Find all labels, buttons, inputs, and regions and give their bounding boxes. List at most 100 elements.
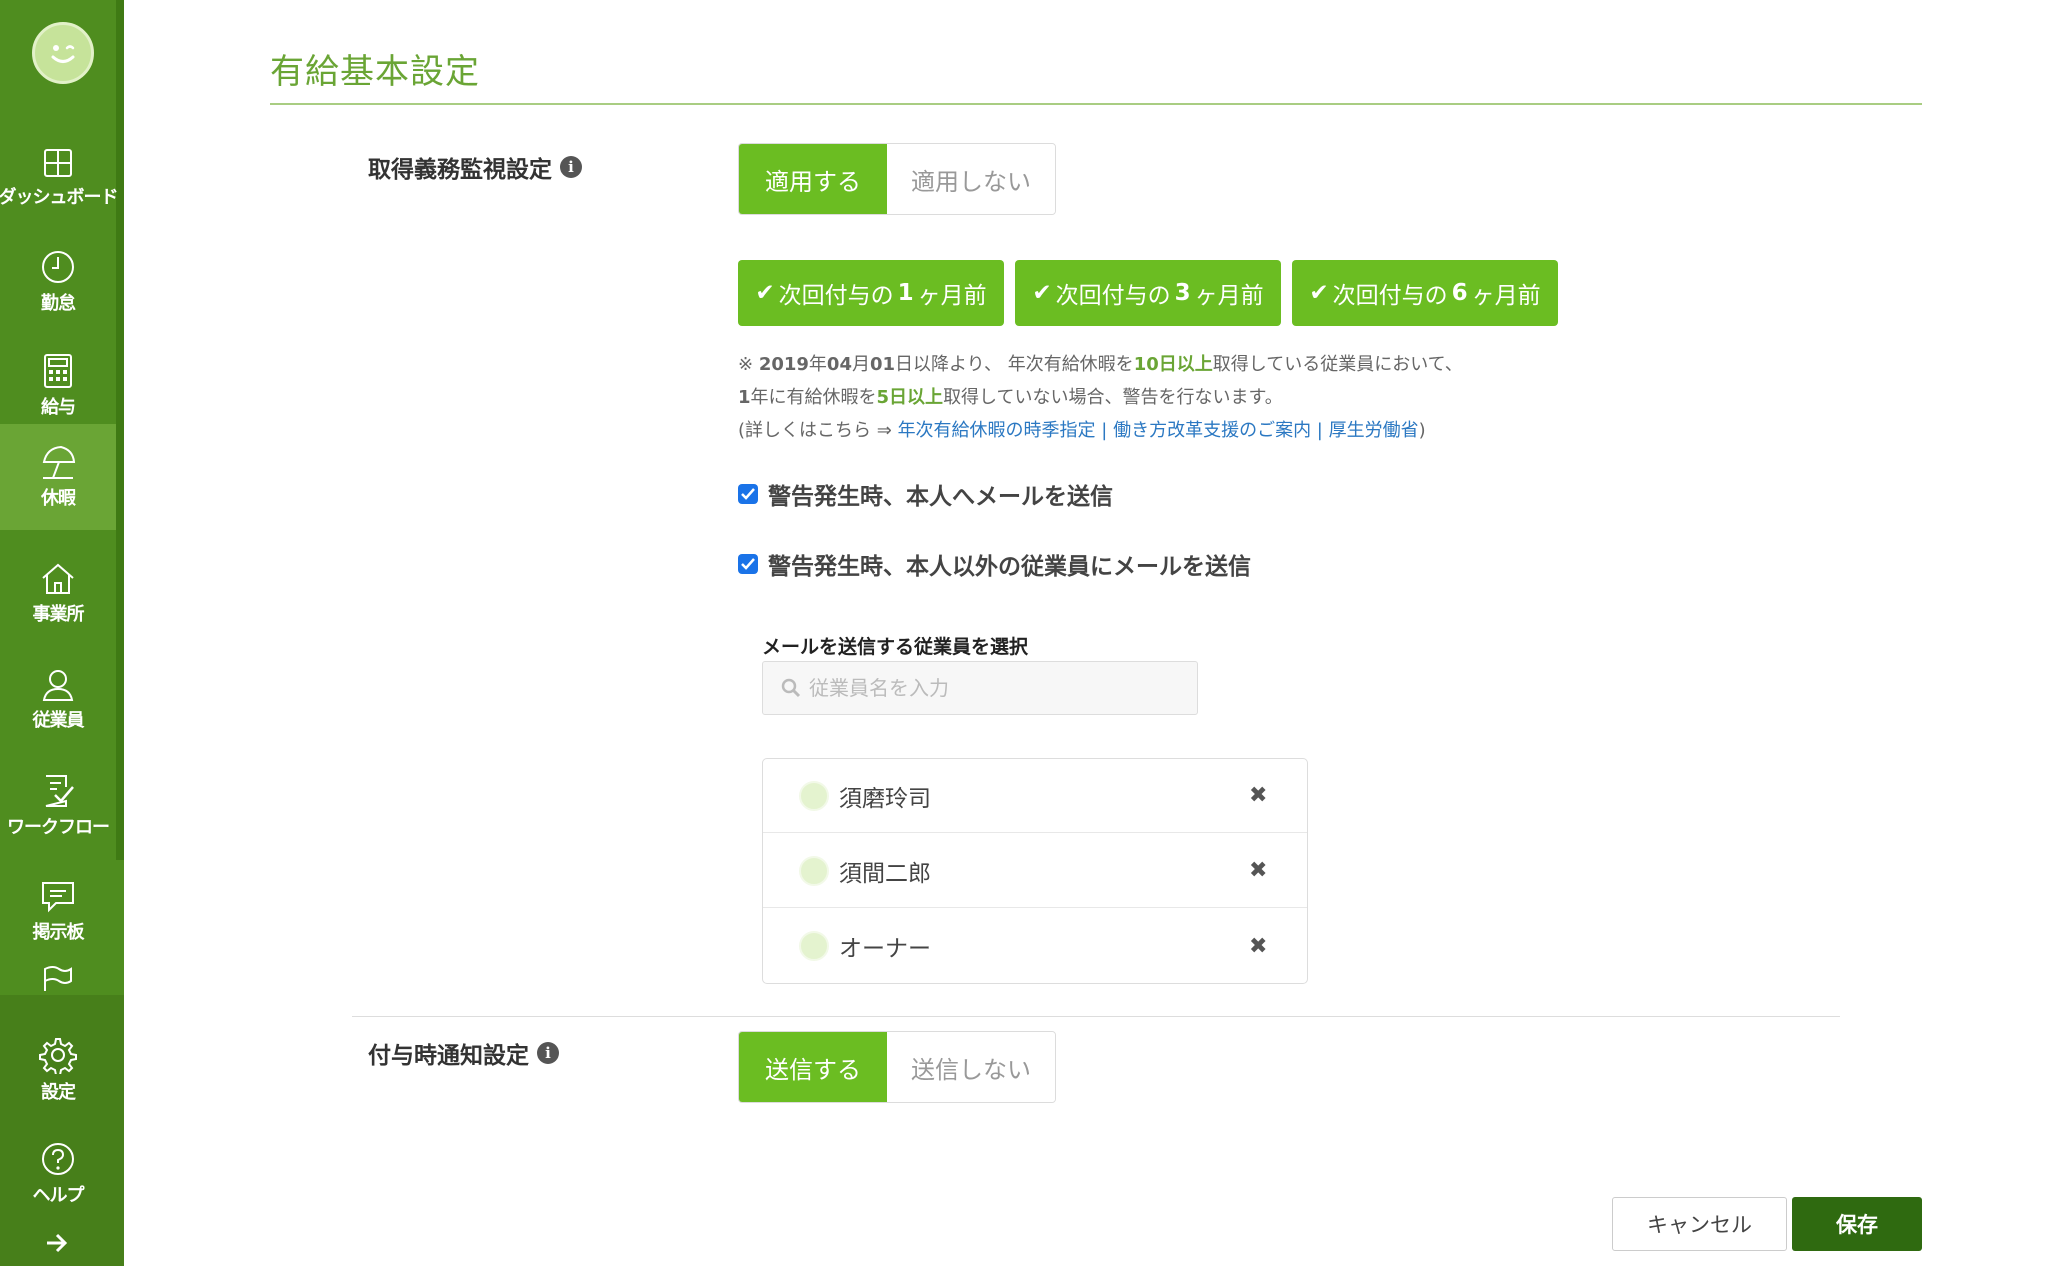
list-item: オーナー ✖ bbox=[763, 909, 1307, 983]
note-text: 月 bbox=[851, 354, 870, 375]
sidebar-item-label: ヘルプ bbox=[32, 1185, 85, 1206]
note-text: ) bbox=[1418, 420, 1426, 441]
note-text: (詳しくはこちら ⇒ bbox=[738, 420, 898, 441]
app-logo[interactable] bbox=[32, 22, 94, 84]
sidebar-item-employees[interactable]: 従業員 bbox=[0, 650, 116, 750]
note-date-year: 2019 bbox=[758, 354, 809, 375]
check-icon: ✔ bbox=[755, 280, 775, 306]
notify-others-checkbox[interactable] bbox=[738, 554, 758, 574]
notify-others-label[interactable]: 警告発生時、本人以外の従業員にメールを送信 bbox=[768, 547, 1251, 581]
umbrella-icon bbox=[42, 445, 76, 479]
sidebar-item-office[interactable]: 事業所 bbox=[0, 544, 116, 644]
grant-notice-label: 付与時通知設定 i bbox=[368, 1036, 559, 1070]
clock-icon bbox=[42, 251, 74, 283]
employee-name: 須磨玲司 bbox=[839, 785, 931, 812]
notify-self-checkbox[interactable] bbox=[738, 484, 758, 504]
timing-3-month-button[interactable]: ✔ 次回付与の 3 ヶ月前 bbox=[1015, 260, 1281, 326]
selected-employee-list: 須磨玲司 ✖ 須間二郎 ✖ オーナー ✖ bbox=[762, 758, 1308, 984]
sidebar-item-payroll[interactable]: 給与 bbox=[0, 336, 116, 436]
employee-name: オーナー bbox=[839, 936, 931, 962]
note-text: 取得していない場合、警告を行ないます。 bbox=[943, 387, 1283, 408]
sidebar-item-attendance[interactable]: 勤怠 bbox=[0, 232, 116, 332]
notify-self-label[interactable]: 警告発生時、本人へメールを送信 bbox=[768, 477, 1113, 511]
send-option[interactable]: 送信する bbox=[739, 1032, 887, 1102]
message-icon bbox=[42, 882, 74, 913]
sidebar-item-dashboard[interactable]: ダッシュボード bbox=[0, 128, 119, 228]
home-icon bbox=[42, 563, 74, 594]
note-highlight: 10日以上 bbox=[1133, 354, 1213, 375]
sidebar-item-help[interactable]: ヘルプ bbox=[0, 1124, 116, 1224]
check-icon: ✔ bbox=[1032, 280, 1052, 306]
sidebar-item-label: 休暇 bbox=[41, 488, 76, 509]
list-item: 須間二郎 ✖ bbox=[763, 834, 1307, 908]
timing-6-month-button[interactable]: ✔ 次回付与の 6 ヶ月前 bbox=[1292, 260, 1558, 326]
not-apply-option[interactable]: 適用しない bbox=[887, 144, 1055, 214]
gear-icon bbox=[39, 1038, 77, 1074]
mhlw-link[interactable]: 厚生労働省 bbox=[1329, 420, 1419, 441]
not-send-option[interactable]: 送信しない bbox=[887, 1032, 1055, 1102]
work-reform-link[interactable]: 働き方改革支援のご案内 bbox=[1113, 420, 1311, 441]
title-divider bbox=[270, 103, 1922, 105]
checkmark-icon bbox=[741, 558, 755, 570]
note-text: 年に有給休暇を bbox=[750, 387, 877, 408]
note-line-3: (詳しくはこちら ⇒ 年次有給休暇の時季指定 | 働き方改革支援のご案内 | 厚… bbox=[738, 416, 1426, 442]
sidebar-item-leave[interactable]: 休暇 bbox=[0, 424, 116, 530]
timing-suffix: ヶ月前 bbox=[917, 283, 987, 309]
smiley-logo-icon bbox=[51, 45, 75, 63]
leave-designation-link[interactable]: 年次有給休暇の時季指定 bbox=[898, 420, 1096, 441]
sidebar-item-workflow[interactable]: ワークフロー bbox=[0, 756, 116, 856]
obligation-toggle: 適用する 適用しない bbox=[738, 143, 1056, 215]
employee-search-field[interactable] bbox=[762, 661, 1198, 715]
info-icon[interactable]: i bbox=[560, 156, 582, 178]
link-separator: | bbox=[1311, 420, 1329, 441]
checkmark-icon bbox=[741, 488, 755, 500]
remove-icon[interactable]: ✖ bbox=[1249, 858, 1267, 883]
sidebar-expand-button[interactable] bbox=[44, 1232, 70, 1258]
page-title: 有給基本設定 bbox=[270, 52, 480, 92]
avatar bbox=[799, 855, 829, 886]
timing-prefix: 次回付与の bbox=[778, 283, 894, 309]
arrow-right-icon bbox=[47, 1233, 68, 1253]
sidebar-item-label: 事業所 bbox=[32, 604, 85, 625]
employee-search-input[interactable] bbox=[807, 675, 1191, 701]
note-text: 日以降より、 年次有給休暇を bbox=[895, 354, 1134, 375]
note-date-day: 01 bbox=[869, 354, 896, 375]
obligation-label-text: 取得義務監視設定 bbox=[368, 157, 552, 183]
timing-number: 6 bbox=[1451, 280, 1468, 306]
grant-notice-label-text: 付与時通知設定 bbox=[368, 1043, 529, 1069]
help-icon bbox=[42, 1143, 74, 1175]
timing-1-month-button[interactable]: ✔ 次回付与の 1 ヶ月前 bbox=[738, 260, 1004, 326]
timing-suffix: ヶ月前 bbox=[1194, 283, 1264, 309]
note-highlight: 5日以上 bbox=[876, 387, 944, 408]
note-line-1: ※ 2019年04月01日以降より、 年次有給休暇を10日以上取得している従業員… bbox=[738, 350, 1463, 376]
note-text: 年 bbox=[808, 354, 827, 375]
cancel-button[interactable]: キャンセル bbox=[1612, 1197, 1787, 1251]
search-icon bbox=[781, 678, 801, 698]
note-line-2: 1年に有給休暇を5日以上取得していない場合、警告を行ないます。 bbox=[738, 383, 1283, 409]
notify-self-row: 警告発生時、本人へメールを送信 bbox=[738, 477, 1113, 511]
save-button[interactable]: 保存 bbox=[1792, 1197, 1922, 1251]
remove-icon[interactable]: ✖ bbox=[1249, 934, 1267, 959]
sidebar-item-label: ダッシュボード bbox=[0, 187, 119, 208]
section-divider bbox=[352, 1016, 1840, 1017]
avatar bbox=[799, 931, 829, 961]
list-item: 須磨玲司 ✖ bbox=[763, 759, 1307, 833]
apply-option[interactable]: 適用する bbox=[739, 144, 887, 214]
checklist-icon bbox=[45, 775, 74, 807]
obligation-setting-label: 取得義務監視設定 i bbox=[368, 150, 582, 184]
notify-others-row: 警告発生時、本人以外の従業員にメールを送信 bbox=[738, 547, 1251, 581]
info-icon[interactable]: i bbox=[537, 1042, 559, 1064]
note-text: ※ bbox=[738, 354, 759, 375]
sidebar-item-label: 給与 bbox=[41, 397, 76, 418]
sidebar-item-label: 勤怠 bbox=[41, 293, 76, 314]
sidebar-item-label: ワークフロー bbox=[7, 817, 110, 838]
note-number: 1 bbox=[738, 387, 751, 408]
sidebar-scrollbar[interactable] bbox=[116, 0, 124, 860]
sidebar-item-partial[interactable] bbox=[0, 960, 116, 996]
grant-notice-toggle: 送信する 送信しない bbox=[738, 1031, 1056, 1103]
sidebar-item-label: 設定 bbox=[41, 1082, 76, 1103]
sidebar-item-bulletin[interactable]: 掲示板 bbox=[0, 862, 116, 962]
timing-prefix: 次回付与の bbox=[1055, 283, 1171, 309]
remove-icon[interactable]: ✖ bbox=[1249, 783, 1267, 808]
sidebar-item-settings[interactable]: 設定 bbox=[0, 1020, 116, 1120]
